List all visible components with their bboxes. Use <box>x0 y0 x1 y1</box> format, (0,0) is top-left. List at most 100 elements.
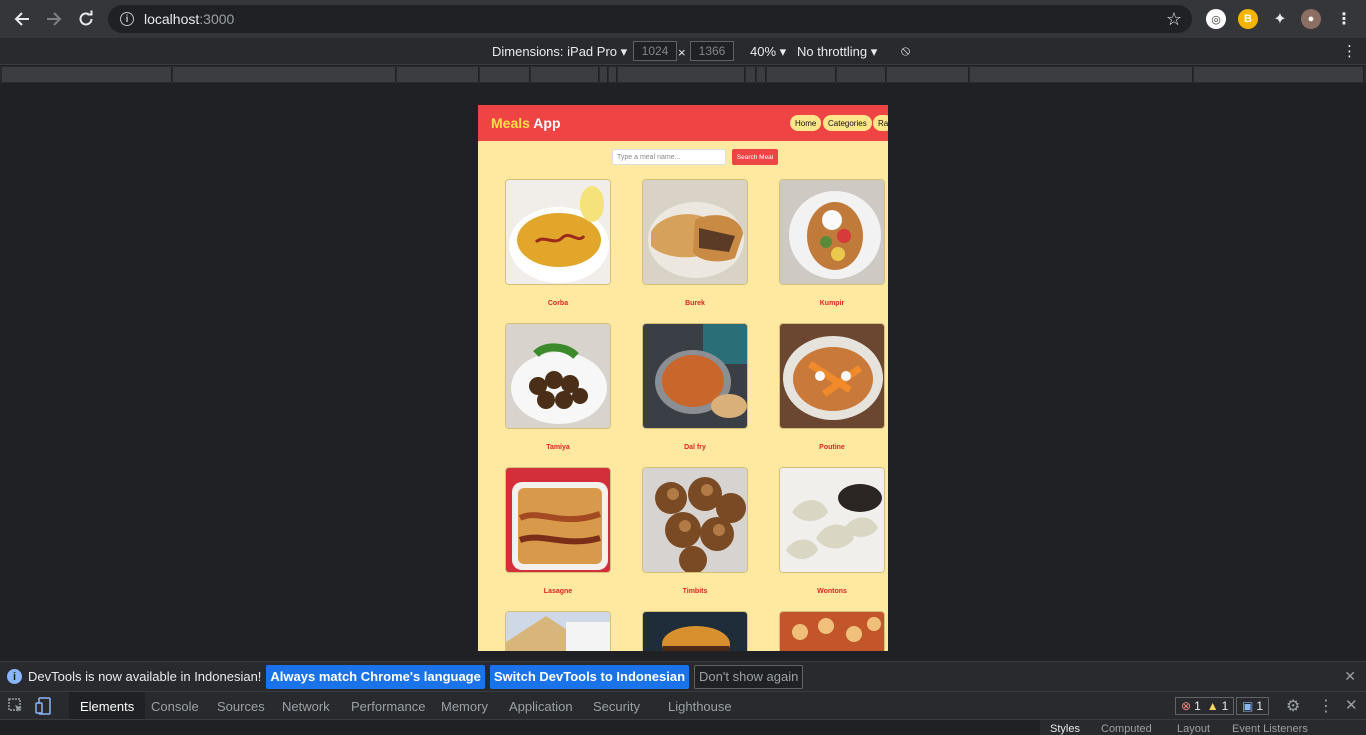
meal-name[interactable]: Poutine <box>779 444 885 451</box>
browser-menu-icon[interactable]: ⋮ <box>1334 9 1354 29</box>
meal-card[interactable]: Kumpir <box>779 179 885 307</box>
meal-name[interactable]: Dal fry <box>642 444 748 451</box>
meal-image[interactable] <box>505 611 611 651</box>
media-query-segment[interactable] <box>618 67 745 82</box>
app-header: Meals App Home Categories Ran <box>478 105 888 141</box>
device-dimensions-select[interactable]: Dimensions: iPad Pro ▾ <box>492 44 627 60</box>
tab-styles[interactable]: Styles <box>1050 723 1080 735</box>
extension-owl-icon[interactable]: ◎ <box>1206 9 1226 29</box>
match-language-button[interactable]: Always match Chrome's language <box>266 664 485 689</box>
tab-event-listeners[interactable]: Event Listeners <box>1232 723 1308 735</box>
meal-card[interactable] <box>642 611 748 651</box>
media-query-segment[interactable] <box>837 67 886 82</box>
reload-icon[interactable] <box>70 3 102 35</box>
meal-card[interactable]: Lasagne <box>505 467 611 595</box>
meal-card[interactable]: Dal fry <box>642 323 748 451</box>
media-query-segment[interactable] <box>397 67 479 82</box>
meal-card[interactable]: Tamiya <box>505 323 611 451</box>
tab-memory[interactable]: Memory <box>430 692 499 720</box>
nav-categories-link[interactable]: Categories <box>823 115 872 131</box>
meal-card[interactable]: Timbits <box>642 467 748 595</box>
devtools-tab-bar: Elements Console Sources Network Perform… <box>0 691 1366 720</box>
inspect-element-icon[interactable] <box>8 698 24 717</box>
meal-image[interactable] <box>779 611 885 651</box>
throttling-select[interactable]: No throttling ▾ <box>797 44 877 60</box>
extensions-puzzle-icon[interactable]: ✦ <box>1270 9 1290 29</box>
tab-performance[interactable]: Performance <box>340 692 436 720</box>
issues-counter[interactable]: ⊗ 1 ▲ 1 <box>1175 697 1235 715</box>
profile-avatar[interactable]: ● <box>1301 9 1321 29</box>
address-bar[interactable]: i localhost:3000 ☆ <box>108 5 1192 33</box>
media-query-segment[interactable] <box>609 67 617 82</box>
meal-name[interactable]: Kumpir <box>779 300 885 307</box>
back-arrow-icon[interactable] <box>6 3 38 35</box>
media-query-segment[interactable] <box>480 67 530 82</box>
tab-network[interactable]: Network <box>271 692 341 720</box>
device-toolbar-menu-icon[interactable]: ⋮ <box>1342 42 1357 60</box>
tab-lighthouse[interactable]: Lighthouse <box>657 692 743 720</box>
meal-image-timbits[interactable] <box>642 467 748 573</box>
messages-counter[interactable]: ▣ 1 <box>1236 697 1270 715</box>
meal-image-poutine[interactable] <box>779 323 885 429</box>
meal-image-kumpir[interactable] <box>779 179 885 285</box>
meal-card[interactable]: Wontons <box>779 467 885 595</box>
media-query-segment[interactable] <box>970 67 1193 82</box>
device-height-input[interactable]: 1366 <box>690 41 734 61</box>
media-query-bar <box>0 66 1366 83</box>
meal-name[interactable]: Burek <box>642 300 748 307</box>
meal-name[interactable]: Wontons <box>779 588 885 595</box>
meal-card[interactable]: Burek <box>642 179 748 307</box>
meal-image-lasagne[interactable] <box>505 467 611 573</box>
media-query-segment[interactable] <box>887 67 969 82</box>
tab-computed[interactable]: Computed <box>1101 723 1152 735</box>
tab-security[interactable]: Security <box>582 692 651 720</box>
media-query-segment[interactable] <box>757 67 766 82</box>
site-info-icon[interactable]: i <box>120 12 134 26</box>
tab-application[interactable]: Application <box>498 692 584 720</box>
media-query-segment[interactable] <box>1194 67 1364 82</box>
meal-card[interactable] <box>505 611 611 651</box>
media-query-segment[interactable] <box>2 67 172 82</box>
tab-sources[interactable]: Sources <box>206 692 276 720</box>
devtools-menu-icon[interactable]: ⋮ <box>1318 696 1334 716</box>
switch-language-button[interactable]: Switch DevTools to Indonesian <box>489 664 690 689</box>
nav-home-link[interactable]: Home <box>790 115 822 131</box>
meal-card[interactable] <box>779 611 885 651</box>
meal-image-wontons[interactable] <box>779 467 885 573</box>
close-devtools-icon[interactable]: ✕ <box>1345 696 1358 714</box>
meal-image-corba[interactable] <box>505 179 611 285</box>
extension-b-icon[interactable]: B <box>1238 9 1258 29</box>
meal-card[interactable]: Corba <box>505 179 611 307</box>
search-meal-button[interactable]: Search Meal <box>732 149 778 165</box>
zoom-select[interactable]: 40% ▾ <box>750 44 786 60</box>
media-query-segment[interactable] <box>767 67 836 82</box>
meal-image-dal-fry[interactable] <box>642 323 748 429</box>
tab-layout[interactable]: Layout <box>1177 723 1210 735</box>
tab-console[interactable]: Console <box>140 692 210 720</box>
forward-arrow-icon[interactable] <box>38 3 70 35</box>
tab-elements[interactable]: Elements <box>69 692 146 720</box>
media-query-segment[interactable] <box>531 67 599 82</box>
nav-random-link[interactable]: Ran <box>873 115 888 131</box>
meal-name[interactable]: Corba <box>505 300 611 307</box>
rotate-icon[interactable]: ⦸ <box>901 42 910 59</box>
meal-image[interactable] <box>642 611 748 651</box>
media-query-segment[interactable] <box>173 67 396 82</box>
meal-image-tamiya[interactable] <box>505 323 611 429</box>
dimension-times: × <box>678 45 686 60</box>
media-query-segment[interactable] <box>746 67 756 82</box>
dont-show-again-button[interactable]: Don't show again <box>694 664 804 689</box>
app-logo[interactable]: Meals App <box>491 115 561 131</box>
device-toggle-icon[interactable] <box>35 697 51 718</box>
meal-name[interactable]: Tamiya <box>505 444 611 451</box>
meal-search-input[interactable]: Type a meal name... <box>612 149 726 165</box>
close-infobar-icon[interactable]: ✕ <box>1344 668 1356 685</box>
meal-name[interactable]: Lasagne <box>505 588 611 595</box>
device-width-input[interactable]: 1024 <box>633 41 677 61</box>
media-query-segment[interactable] <box>600 67 608 82</box>
settings-gear-icon[interactable]: ⚙ <box>1286 696 1300 716</box>
meal-card[interactable]: Poutine <box>779 323 885 451</box>
bookmark-star-icon[interactable]: ☆ <box>1166 9 1182 30</box>
meal-image-burek[interactable] <box>642 179 748 285</box>
meal-name[interactable]: Timbits <box>642 588 748 595</box>
